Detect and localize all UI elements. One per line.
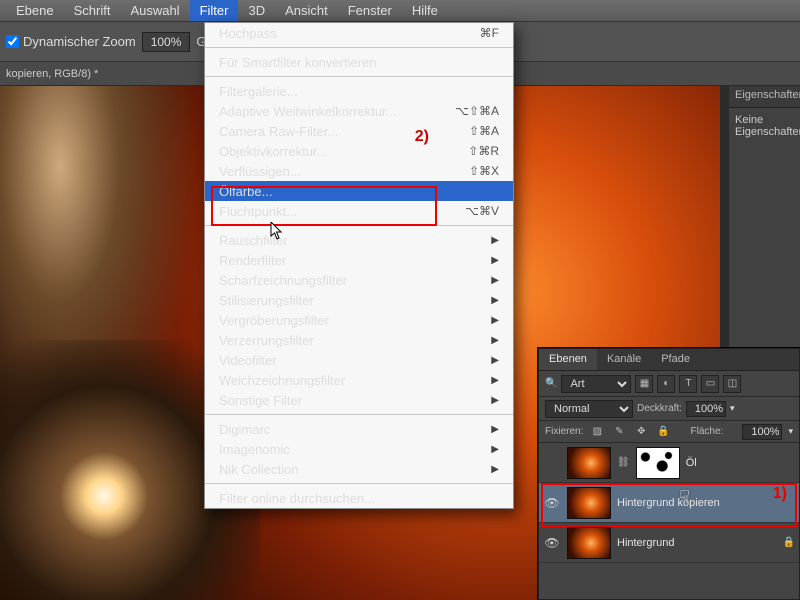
menu-auswahl[interactable]: Auswahl (120, 0, 189, 21)
paneltab-ebenen[interactable]: Ebenen (539, 349, 597, 370)
menuitem-sonstige-filter[interactable]: Sonstige Filter (205, 390, 513, 410)
layer-row[interactable]: 👁 Hintergrund 🔒 (539, 523, 799, 563)
menuitem-scharfzeichnungsfilter[interactable]: Scharfzeichnungsfilter (205, 270, 513, 290)
lock-label: Fixieren: (545, 426, 583, 437)
menuitem-weichzeichnungsfilter[interactable]: Weichzeichnungsfilter (205, 370, 513, 390)
lock-icon: 🔒 (783, 537, 795, 548)
menu-ebene[interactable]: Ebene (6, 0, 64, 21)
visibility-eye-icon[interactable]: 👁 (543, 536, 561, 550)
lock-move-icon[interactable]: ✥ (633, 424, 649, 440)
tab-properties[interactable]: Eigenschaften (729, 86, 800, 107)
menuitem-rauschfilter[interactable]: Rauschfilter (205, 230, 513, 250)
layers-panel: EbenenKanälePfade 🔍 Art ▦ ◐ T ▭ ◫ Normal… (538, 348, 800, 600)
layer-filter-row: 🔍 Art ▦ ◐ T ▭ ◫ (539, 371, 799, 397)
layer-name[interactable]: Hintergrund kopieren (617, 497, 720, 509)
menuitem--lfarbe-[interactable]: Ölfarbe... (205, 181, 513, 201)
filter-text-icon[interactable]: T (679, 375, 697, 393)
paneltab-kanäle[interactable]: Kanäle (597, 349, 651, 370)
menuitem-videofilter[interactable]: Videofilter (205, 350, 513, 370)
properties-empty-msg: Keine Eigenschaften (729, 108, 800, 144)
menuitem-camera-raw-filter-[interactable]: Camera Raw-Filter...⇧⌘A (205, 121, 513, 141)
menuitem-hochpass[interactable]: Hochpass⌘F (205, 23, 513, 43)
menuitem-vergr-berungsfilter[interactable]: Vergröberungsfilter (205, 310, 513, 330)
menubar: EbeneSchriftAuswahlFilter3DAnsichtFenste… (0, 0, 800, 22)
document-tab[interactable]: kopieren, RGB/8) * (6, 68, 98, 80)
menuitem-digimarc[interactable]: Digimarc (205, 419, 513, 439)
opacity-label: Deckkraft: (637, 403, 682, 414)
menuitem-verzerrungsfilter[interactable]: Verzerrungsfilter (205, 330, 513, 350)
layer-thumb[interactable] (567, 487, 611, 519)
menuitem-filtergalerie-[interactable]: Filtergalerie... (205, 81, 513, 101)
blend-mode-select[interactable]: Normal (545, 400, 633, 418)
lock-all-icon[interactable]: 🔒 (655, 424, 671, 440)
menuitem-imagenomic[interactable]: Imagenomic (205, 439, 513, 459)
menu-schrift[interactable]: Schrift (64, 0, 121, 21)
menuitem-filter-online-durchsuchen-[interactable]: Filter online durchsuchen... (205, 488, 513, 508)
properties-panel: Eigenschaften Info Keine Eigenschaften (728, 86, 800, 356)
zoom-value[interactable]: 100% (142, 32, 191, 52)
dynamic-zoom-label: Dynamischer Zoom (23, 34, 136, 49)
link-icon[interactable]: ⛓ (617, 457, 630, 468)
dynamic-zoom-checkbox[interactable]: Dynamischer Zoom (6, 34, 136, 49)
menuitem-stilisierungsfilter[interactable]: Stilisierungsfilter (205, 290, 513, 310)
lock-brush-icon[interactable]: ✎ (611, 424, 627, 440)
checkbox-icon[interactable] (6, 35, 19, 48)
menuitem-renderfilter[interactable]: Renderfilter (205, 250, 513, 270)
layer-thumb[interactable] (567, 447, 611, 479)
fill-label: Fläche: (691, 426, 724, 437)
visibility-eye-icon[interactable]: 👁 (543, 496, 561, 510)
layer-thumb[interactable] (567, 527, 611, 559)
layer-row[interactable]: ⛓ Öl (539, 443, 799, 483)
layer-row[interactable]: 👁 Hintergrund kopieren (539, 483, 799, 523)
menuitem-fluchtpunkt-[interactable]: Fluchtpunkt...⌥⌘V (205, 201, 513, 221)
filter-adjust-icon[interactable]: ◐ (657, 375, 675, 393)
layer-filter-kind[interactable]: Art (561, 375, 631, 393)
layer-name[interactable]: Hintergrund (617, 537, 674, 549)
fill-input[interactable] (742, 424, 782, 440)
lock-transparent-icon[interactable]: ▨ (589, 424, 605, 440)
menuitem-objektivkorrektur-[interactable]: Objektivkorrektur...⇧⌘R (205, 141, 513, 161)
menuitem-f-r-smartfilter-konvertieren[interactable]: Für Smartfilter konvertieren (205, 52, 513, 72)
filter-shape-icon[interactable]: ▭ (701, 375, 719, 393)
filter-smart-icon[interactable]: ◫ (723, 375, 741, 393)
menu-fenster[interactable]: Fenster (338, 0, 402, 21)
layer-name[interactable]: Öl (686, 457, 697, 469)
paneltab-pfade[interactable]: Pfade (651, 349, 700, 370)
menuitem-verfl-ssigen-[interactable]: Verflüssigen...⇧⌘X (205, 161, 513, 181)
menuitem-adaptive-weitwinkelkorrektur-[interactable]: Adaptive Weitwinkelkorrektur...⌥⇧⌘A (205, 101, 513, 121)
filter-menu: 2) Hochpass⌘FFür Smartfilter konvertiere… (204, 22, 514, 509)
mask-thumb[interactable] (636, 447, 680, 479)
menu-filter[interactable]: Filter (190, 0, 239, 21)
menuitem-nik-collection[interactable]: Nik Collection (205, 459, 513, 479)
menu-3d[interactable]: 3D (238, 0, 275, 21)
menu-ansicht[interactable]: Ansicht (275, 0, 338, 21)
opacity-input[interactable] (686, 401, 726, 417)
menu-hilfe[interactable]: Hilfe (402, 0, 448, 21)
filter-pixel-icon[interactable]: ▦ (635, 375, 653, 393)
